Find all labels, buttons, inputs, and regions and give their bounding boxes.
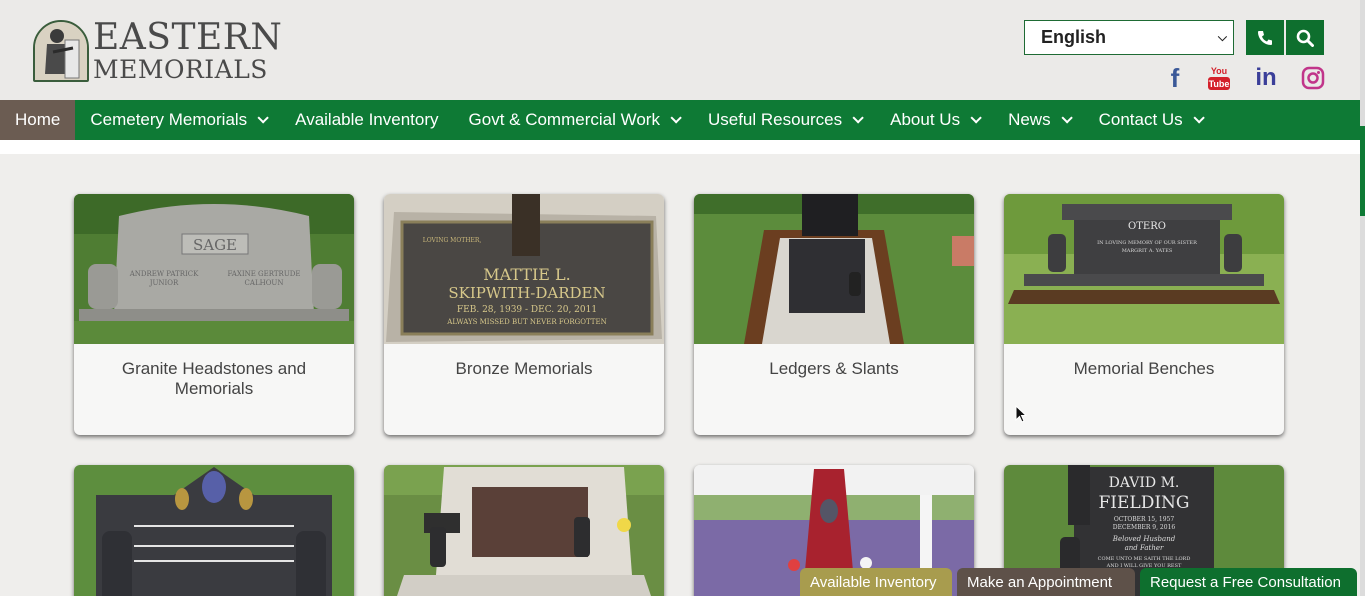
card-row2-1[interactable] xyxy=(74,465,354,596)
site-header: EASTERN MEMORIALS English ⌵ f You Tube i… xyxy=(0,0,1365,100)
facebook-icon[interactable]: f xyxy=(1162,62,1188,93)
search-button[interactable] xyxy=(1286,20,1324,55)
linkedin-glyph: in xyxy=(1255,64,1277,91)
card-memorial-benches[interactable]: OTERO IN LOVING MEMORY OF OUR SISTER MAR… xyxy=(1004,194,1284,435)
content-top-strip xyxy=(0,140,1360,154)
button-label: Make an Appointment xyxy=(967,573,1113,591)
headstone-text: Beloved Husband xyxy=(1112,535,1176,543)
phone-icon xyxy=(1258,30,1272,45)
plaque-text: LOVING MOTHER, xyxy=(423,237,482,244)
headstone-text: COME UNTO ME SAITH THE LORD xyxy=(1098,556,1191,562)
headstone-date: DECEMBER 9, 2016 xyxy=(1113,524,1176,531)
card-ledgers-slants[interactable]: Ledgers & Slants xyxy=(694,194,974,435)
nav-useful-resources[interactable]: Useful Resources xyxy=(693,100,875,140)
language-select[interactable]: English ⌵ xyxy=(1024,20,1234,55)
card-row2-2[interactable] xyxy=(384,465,664,596)
bench-text: IN LOVING MEMORY OF OUR SISTER xyxy=(1097,240,1197,246)
nav-cemetery-memorials[interactable]: Cemetery Memorials xyxy=(75,100,280,140)
card-title: Memorial Benches xyxy=(1073,359,1215,378)
nav-label: Govt & Commercial Work xyxy=(468,110,660,129)
nav-home[interactable]: Home xyxy=(0,100,76,140)
mouse-cursor-icon xyxy=(1015,405,1027,423)
nav-about-us[interactable]: About Us xyxy=(875,100,993,140)
stone-text: ANDREW PATRICK xyxy=(129,270,199,278)
instagram-icon[interactable] xyxy=(1300,64,1326,92)
chevron-down-icon xyxy=(1061,112,1073,124)
plaque-dates: FEB. 28, 1939 - DEC. 20, 2011 xyxy=(457,305,597,315)
bench-text: MARGRIT A. YATES xyxy=(1122,248,1173,254)
phone-button[interactable] xyxy=(1246,20,1284,55)
card-title: Ledgers & Slants xyxy=(769,359,899,378)
card-image: OTERO IN LOVING MEMORY OF OUR SISTER MAR… xyxy=(1004,194,1284,344)
chevron-down-icon xyxy=(257,112,269,124)
stone-text: CALHOUN xyxy=(245,279,284,287)
sage-text: SAGE xyxy=(193,236,237,254)
headstone-name: DAVID M. xyxy=(1109,475,1180,491)
button-label: Request a Free Consultation xyxy=(1150,573,1341,591)
card-image: SAGE ANDREW PATRICK JUNIOR FAXINE GERTRU… xyxy=(74,194,354,344)
chevron-down-icon xyxy=(852,112,864,124)
nav-available-inventory[interactable]: Available Inventory xyxy=(280,100,453,140)
chevron-down-icon xyxy=(1193,112,1205,124)
main-nav: Home Cemetery Memorials Available Invent… xyxy=(0,100,1360,140)
button-label: Available Inventory xyxy=(810,573,937,591)
headstone-text: and Father xyxy=(1125,544,1164,552)
nav-label: News xyxy=(1008,110,1051,129)
card-title: Bronze Memorials xyxy=(455,359,593,378)
youtube-text-bottom: Tube xyxy=(1209,79,1230,89)
card-bronze-memorials[interactable]: LOVING MOTHER, MATTIE L. SKIPWITH-DARDEN… xyxy=(384,194,664,435)
language-value: English xyxy=(1041,27,1107,47)
youtube-text-top: You xyxy=(1211,66,1227,76)
logo-engraver-icon xyxy=(33,20,89,82)
nav-label: Cemetery Memorials xyxy=(90,110,248,129)
headstone-date: OCTOBER 15, 1957 xyxy=(1114,516,1175,523)
card-image xyxy=(384,465,664,596)
card-image xyxy=(74,465,354,596)
bench-name: OTERO xyxy=(1128,221,1166,232)
youtube-icon[interactable]: You Tube xyxy=(1206,64,1232,92)
scrollbar-thumb[interactable] xyxy=(1360,126,1365,216)
available-inventory-button[interactable]: Available Inventory xyxy=(800,568,952,596)
eastern-memorials-logo[interactable]: EASTERN MEMORIALS xyxy=(33,18,282,84)
stone-text: JUNIOR xyxy=(149,279,179,287)
chevron-down-icon: ⌵ xyxy=(1217,30,1227,44)
card-granite-headstones[interactable]: SAGE ANDREW PATRICK JUNIOR FAXINE GERTRU… xyxy=(74,194,354,435)
chevron-down-icon xyxy=(670,112,682,124)
nav-label: Contact Us xyxy=(1098,110,1183,129)
headstone-surname: FIELDING xyxy=(1098,493,1189,513)
facebook-glyph: f xyxy=(1170,62,1180,93)
make-appointment-button[interactable]: Make an Appointment xyxy=(957,568,1135,596)
stone-text: FAXINE GERTRUDE xyxy=(228,270,301,278)
nav-label: About Us xyxy=(890,110,961,129)
plaque-epitaph: ALWAYS MISSED BUT NEVER FORGOTTEN xyxy=(446,318,606,326)
page-scrollbar[interactable] xyxy=(1360,0,1365,596)
linkedin-icon[interactable]: in xyxy=(1253,64,1279,92)
nav-label: Home xyxy=(15,110,61,129)
nav-news[interactable]: News xyxy=(993,100,1084,140)
logo-line-2: MEMORIALS xyxy=(93,55,268,84)
nav-label: Useful Resources xyxy=(707,110,843,129)
nav-contact-us[interactable]: Contact Us xyxy=(1084,100,1216,140)
card-image: LOVING MOTHER, MATTIE L. SKIPWITH-DARDEN… xyxy=(384,194,664,344)
plaque-surname: SKIPWITH-DARDEN xyxy=(448,284,605,302)
card-title: Granite Headstones and Memorials xyxy=(121,359,307,398)
nav-label: Available Inventory xyxy=(295,110,439,129)
search-icon xyxy=(1296,29,1314,47)
card-image xyxy=(694,194,974,344)
chevron-down-icon xyxy=(970,112,982,124)
logo-line-1: EASTERN xyxy=(93,17,283,58)
nav-govt-commercial-work[interactable]: Govt & Commercial Work xyxy=(454,100,693,140)
free-consultation-button[interactable]: Request a Free Consultation xyxy=(1140,568,1357,596)
plaque-name: MATTIE L. xyxy=(483,265,571,284)
